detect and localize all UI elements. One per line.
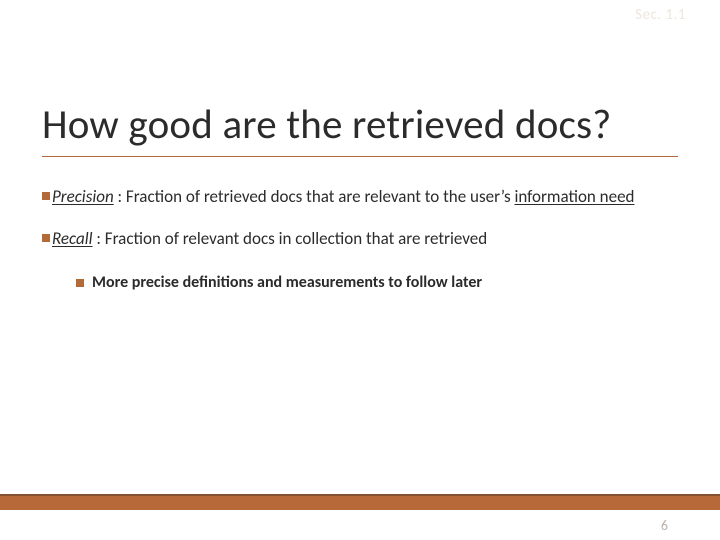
bullet-rest: : Fraction of relevant docs in collectio… bbox=[93, 228, 488, 249]
page-number: 6 bbox=[661, 517, 668, 534]
bullet-term: Precision bbox=[52, 186, 114, 207]
bullet-rest: : Fraction of retrieved docs that are re… bbox=[114, 186, 515, 207]
bullet-icon bbox=[42, 234, 50, 242]
section-label: Sec. 1.1 bbox=[635, 6, 686, 24]
slide: Sec. 1.1 How good are the retrieved docs… bbox=[0, 0, 720, 540]
footer-bar bbox=[0, 494, 720, 510]
bullet-item: Precision : Fraction of retrieved docs t… bbox=[42, 185, 678, 209]
bullet-icon bbox=[42, 192, 50, 200]
sub-bullet-item: More precise definitions and measurement… bbox=[76, 273, 678, 292]
bullet-underlined: information need bbox=[514, 186, 634, 207]
sub-bullet-text: More precise definitions and measurement… bbox=[92, 273, 482, 292]
bullet-item: Recall : Fraction of relevant docs in co… bbox=[42, 227, 678, 251]
bullet-text: Recall : Fraction of relevant docs in co… bbox=[52, 227, 678, 251]
bullet-text: Precision : Fraction of retrieved docs t… bbox=[52, 185, 678, 209]
bullet-term: Recall bbox=[52, 228, 93, 249]
slide-body: Precision : Fraction of retrieved docs t… bbox=[42, 185, 678, 292]
bullet-icon bbox=[76, 279, 84, 287]
slide-title: How good are the retrieved docs? bbox=[42, 100, 678, 157]
